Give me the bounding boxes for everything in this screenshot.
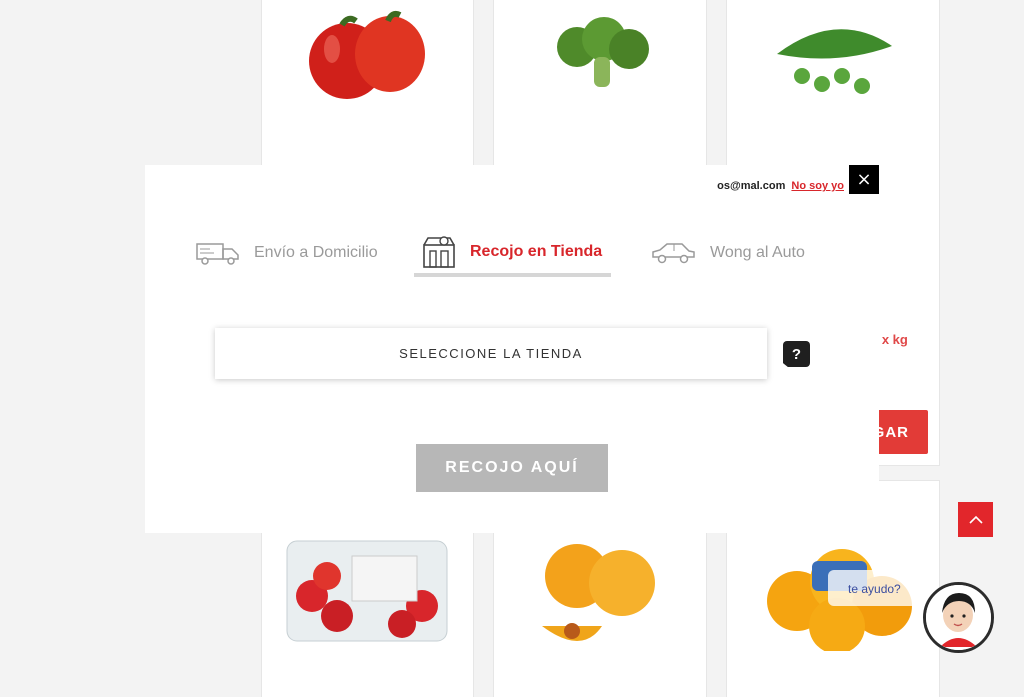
not-me-link[interactable]: No soy yo (791, 180, 844, 192)
user-session: os@mal.com No soy yo (717, 180, 844, 192)
delivery-truck-icon (196, 243, 239, 265)
peas-image (777, 29, 892, 94)
tab-home-delivery[interactable]: Envío a Domicilio (196, 230, 378, 276)
car-icon (652, 243, 695, 264)
question-icon[interactable]: ? (783, 341, 810, 367)
chat-help-bubble[interactable]: te ayudo? (828, 570, 932, 606)
broccoli-image (557, 17, 649, 87)
strawberries-image (286, 540, 448, 642)
tab-label: Wong al Auto (710, 244, 805, 261)
tab-drive-pickup[interactable]: Wong al Auto (650, 230, 805, 276)
assistant-avatar-icon (926, 585, 991, 650)
tab-store-pickup[interactable]: Recojo en Tienda (414, 230, 611, 277)
delivery-tabs: Envío a Domicilio Recojo en Tienda Wong … (145, 230, 879, 280)
store-icon (423, 235, 455, 268)
scroll-to-top-button[interactable] (958, 502, 993, 537)
delivery-method-modal: os@mal.com No soy yo × Envío a Domicilio… (145, 165, 879, 533)
store-select[interactable]: SELECCIONE LA TIENDA (215, 328, 767, 379)
user-email: os@mal.com (717, 180, 786, 192)
close-icon[interactable]: × (849, 165, 879, 194)
tab-label: Envío a Domicilio (254, 244, 378, 261)
chat-assistant-avatar[interactable] (923, 582, 994, 653)
peaches-image (542, 544, 655, 641)
red-pepper-image (309, 10, 425, 99)
chevron-up-icon (968, 515, 983, 524)
pickup-here-button[interactable]: RECOJO AQUÍ (416, 444, 608, 492)
tab-label: Recojo en Tienda (470, 242, 603, 260)
